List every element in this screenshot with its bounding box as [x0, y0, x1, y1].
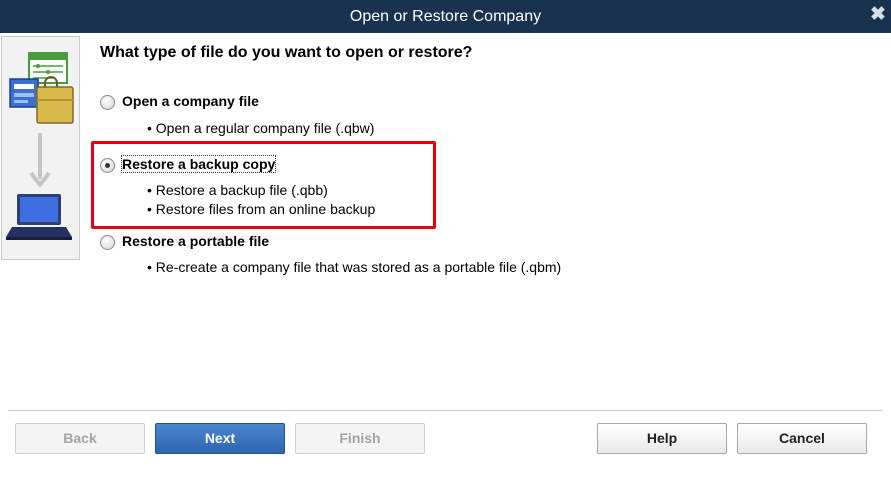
- button-separator: [8, 410, 882, 412]
- next-button[interactable]: Next: [155, 423, 285, 454]
- option-description: • Re-create a company file that was stor…: [147, 259, 562, 275]
- radio-restore-backup-copy[interactable]: [100, 158, 115, 173]
- laptop-icon: [6, 194, 72, 240]
- help-button[interactable]: Help: [597, 423, 727, 454]
- cancel-button[interactable]: Cancel: [737, 423, 867, 454]
- title-bar: Open or Restore Company ✖: [0, 0, 891, 33]
- window-title: Open or Restore Company: [349, 8, 542, 25]
- option-description: • Open a regular company file (.qbw): [147, 120, 375, 136]
- option-label[interactable]: Restore a portable file: [122, 233, 269, 249]
- wizard-illustration: [1, 36, 80, 260]
- close-icon[interactable]: ✖: [869, 5, 887, 24]
- option-label[interactable]: Open a company file: [122, 93, 259, 109]
- option-description: • Restore files from an online backup: [147, 201, 376, 217]
- option-label[interactable]: Restore a backup copy: [120, 155, 277, 173]
- back-button[interactable]: Back: [15, 423, 145, 454]
- question-heading: What type of file do you want to open or…: [100, 44, 473, 61]
- radio-restore-portable-file[interactable]: [100, 235, 115, 250]
- down-arrow-icon: [29, 133, 51, 187]
- finish-button[interactable]: Finish: [295, 423, 425, 454]
- radio-open-company-file[interactable]: [100, 95, 115, 110]
- option-description: • Restore a backup file (.qbb): [147, 182, 328, 198]
